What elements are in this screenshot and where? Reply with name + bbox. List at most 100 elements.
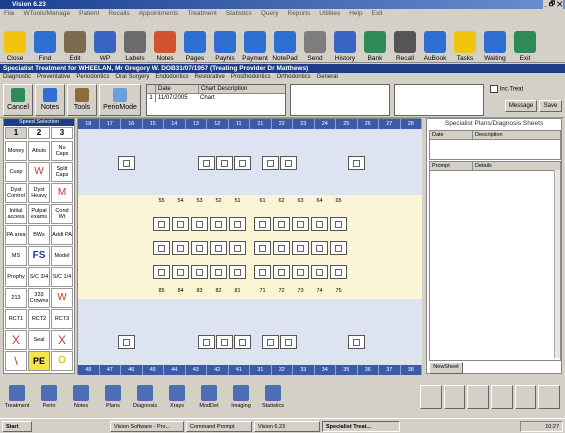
tooth-chart-box[interactable] xyxy=(216,156,233,170)
tab-general[interactable]: General xyxy=(317,74,338,80)
tooth-number[interactable]: 15 xyxy=(143,119,164,129)
tooth-chart-box[interactable] xyxy=(118,335,135,349)
tooth-chart-box[interactable] xyxy=(330,241,347,255)
tooth-number[interactable]: 47 xyxy=(100,365,121,375)
speed-cell[interactable]: PE xyxy=(28,351,50,371)
tooth-chart-box[interactable] xyxy=(280,335,297,349)
tooth-number[interactable]: 24 xyxy=(315,119,336,129)
tooth-number[interactable]: 18 xyxy=(78,119,100,129)
tooth-number[interactable]: 36 xyxy=(358,365,379,375)
speed-cell[interactable]: Split Caps xyxy=(51,162,73,182)
speed-tab-3[interactable]: 3 xyxy=(51,127,73,139)
primary-tooth-number[interactable]: 73 xyxy=(291,287,310,296)
tooth-chart-box[interactable] xyxy=(191,265,208,279)
speed-cell[interactable]: Seal xyxy=(28,330,50,350)
taskbar-item[interactable]: Command Prompt xyxy=(186,421,252,432)
cancel-button[interactable]: Cancel xyxy=(3,84,33,116)
tooth-chart-box[interactable] xyxy=(292,241,309,255)
primary-tooth-number[interactable]: 53 xyxy=(190,197,209,206)
bottom-tool-notes[interactable]: Notes xyxy=(66,379,96,416)
tooth-chart-box[interactable] xyxy=(210,265,227,279)
tooth-number[interactable]: 34 xyxy=(315,365,336,375)
details-scrollbar[interactable] xyxy=(554,170,560,358)
toolbar-button-aubook[interactable]: AuBook xyxy=(420,20,450,62)
tooth-chart-box[interactable] xyxy=(229,217,246,231)
speed-cell[interactable]: Model xyxy=(51,246,73,266)
tooth-number[interactable]: 31 xyxy=(250,365,272,375)
tooth-chart-box[interactable] xyxy=(172,241,189,255)
speed-cell[interactable]: RCT2 xyxy=(28,309,50,329)
primary-tooth-number[interactable]: 64 xyxy=(310,197,329,206)
bottom-tool-plans[interactable]: Plans xyxy=(98,379,128,416)
tools-button[interactable]: Tools xyxy=(67,84,97,116)
tooth-chart-box[interactable] xyxy=(210,217,227,231)
menu-item[interactable]: Help xyxy=(349,10,362,17)
speed-cell[interactable]: O xyxy=(51,351,73,371)
menu-item[interactable]: Exit xyxy=(372,10,383,17)
tooth-number[interactable]: 37 xyxy=(379,365,401,375)
tooth-chart-box[interactable] xyxy=(348,335,365,349)
tooth-number[interactable]: 14 xyxy=(164,119,186,129)
tooth-number[interactable]: 33 xyxy=(293,365,315,375)
menu-item[interactable]: WTools/Manage xyxy=(23,10,70,17)
tooth-chart-box[interactable] xyxy=(191,217,208,231)
toolbar-button-find[interactable]: Find xyxy=(30,20,60,62)
bottom-tool-xrays[interactable]: Xrays xyxy=(162,379,192,416)
primary-tooth-number[interactable]: 74 xyxy=(310,287,329,296)
back-icon[interactable] xyxy=(443,385,466,409)
tooth-chart-box[interactable] xyxy=(153,241,170,255)
tooth-number[interactable]: 22 xyxy=(272,119,293,129)
tooth-number[interactable]: 41 xyxy=(229,365,250,375)
speed-cell[interactable]: RCT1 xyxy=(5,309,27,329)
speed-cell[interactable]: X xyxy=(5,330,27,350)
toolbar-button-payhis[interactable]: Payhis xyxy=(210,20,240,62)
speed-cell[interactable]: Pulpal exams xyxy=(28,204,50,224)
primary-tooth-number[interactable]: 51 xyxy=(228,197,247,206)
bottom-tool-perio[interactable]: Perio xyxy=(34,379,64,416)
speed-cell[interactable]: Money xyxy=(5,141,27,161)
window-controls[interactable]: _ 🗗 ✕ xyxy=(543,0,563,9)
tooth-chart-box[interactable] xyxy=(292,217,309,231)
speed-cell[interactable]: M xyxy=(51,183,73,203)
tooth-number[interactable]: 23 xyxy=(293,119,315,129)
inc-treat-checkbox[interactable]: Inc.Treat xyxy=(490,85,562,95)
speed-cell[interactable]: RCT3 xyxy=(51,309,73,329)
tooth-number[interactable]: 13 xyxy=(186,119,207,129)
speed-tab-2[interactable]: 2 xyxy=(28,127,50,139)
tooth-chart-box[interactable] xyxy=(311,241,328,255)
tooth-number[interactable]: 43 xyxy=(186,365,207,375)
tooth-chart-box[interactable] xyxy=(273,265,290,279)
bottom-tool-treatment[interactable]: Treatment xyxy=(2,379,32,416)
toolbar-button-tasks[interactable]: Tasks xyxy=(450,20,480,62)
toolbar-button-recall[interactable]: Recall xyxy=(390,20,420,62)
bottom-tool-moddet[interactable]: ModDet xyxy=(194,379,224,416)
tooth-chart-box[interactable] xyxy=(254,241,271,255)
menu-item[interactable]: Recalls xyxy=(108,10,129,17)
save-button[interactable]: Save xyxy=(539,100,562,112)
toolbar-button-notepad[interactable]: NotePad xyxy=(270,20,300,62)
tooth-chart-box[interactable] xyxy=(330,265,347,279)
toolbar-button-pages[interactable]: Pages xyxy=(180,20,210,62)
primary-tooth-number[interactable]: 55 xyxy=(152,197,171,206)
tooth-number[interactable]: 25 xyxy=(336,119,358,129)
tooth-number[interactable]: 42 xyxy=(207,365,229,375)
tooth-number[interactable]: 35 xyxy=(336,365,358,375)
primary-tooth-number[interactable]: 54 xyxy=(171,197,190,206)
primary-tooth-number[interactable]: 85 xyxy=(152,287,171,296)
new-sheet-button[interactable]: NewSheet xyxy=(429,362,463,374)
tooth-number[interactable]: 16 xyxy=(121,119,143,129)
tooth-chart-box[interactable] xyxy=(280,156,297,170)
speed-cell[interactable]: \ xyxy=(5,351,27,371)
toolbar-button-waiting[interactable]: Waiting xyxy=(480,20,510,62)
notes-button[interactable]: Notes xyxy=(35,84,65,116)
menu-item[interactable]: Statistics xyxy=(226,10,252,17)
tooth-chart-box[interactable] xyxy=(330,217,347,231)
tooth-chart-box[interactable] xyxy=(234,156,251,170)
primary-tooth-number[interactable]: 75 xyxy=(329,287,348,296)
tab-oral-surgery[interactable]: Oral Surgery xyxy=(115,74,149,80)
tooth-chart-box[interactable] xyxy=(311,217,328,231)
dental-chart[interactable]: 18 17 16 15 14 13 12 11 21 22 23 24 25 26 27 28 48 47 46 45… xyxy=(77,118,422,375)
tooth-chart-box[interactable] xyxy=(234,335,251,349)
tooth-chart-box[interactable] xyxy=(348,156,365,170)
speed-cell[interactable]: Cond Wt xyxy=(51,204,73,224)
